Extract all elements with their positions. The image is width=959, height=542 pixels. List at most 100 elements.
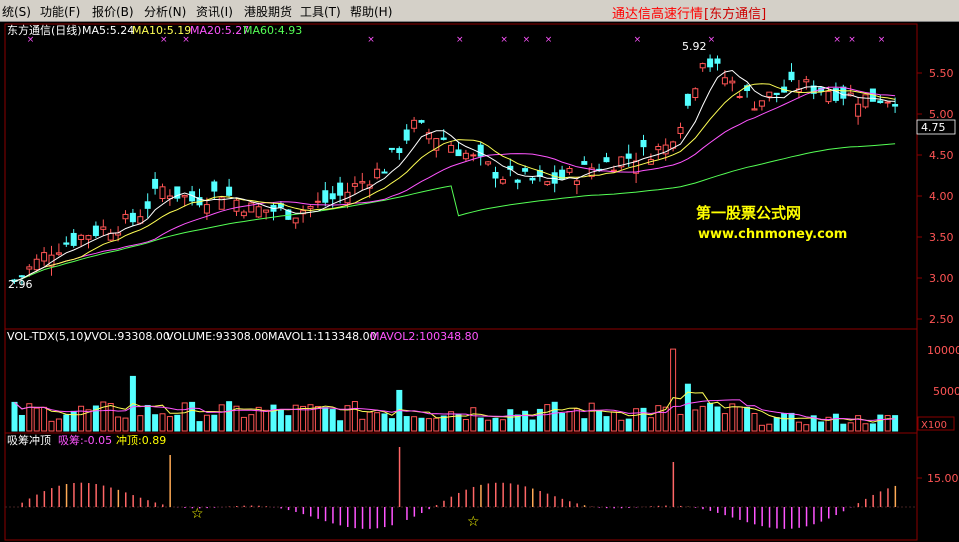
candle-body (388, 147, 395, 150)
candle-body (33, 258, 40, 271)
volume-bar (862, 423, 869, 432)
candlestick-series (11, 54, 899, 285)
volume-bar (832, 413, 839, 432)
kline-chart-area[interactable]: 东方通信(日线) MA5:5.24 MA10:5.19 MA20:5.27 MA… (0, 22, 959, 542)
oscillator-bar (694, 507, 697, 508)
volume-bar (152, 414, 159, 432)
volume-bar (248, 414, 255, 432)
menu-system[interactable]: 统(S) (2, 3, 31, 20)
oscillator-bar (598, 507, 601, 508)
candle-body (455, 149, 462, 157)
volume-bars (11, 348, 899, 432)
oscillator-bar (805, 507, 808, 527)
menu-info[interactable]: 资讯(I) (196, 3, 233, 20)
candle-body (292, 217, 299, 224)
oscillator-bar (391, 507, 393, 526)
oscillator-bar (835, 507, 837, 516)
current-price: 4.75 (921, 121, 946, 134)
volume-bar (166, 416, 173, 432)
volume-bar (48, 420, 55, 432)
signal-x-marker: × (27, 35, 35, 45)
candle-body (862, 94, 869, 108)
oscillator-bar (280, 507, 282, 509)
candle-body (470, 154, 477, 157)
signal-x-marker: × (160, 35, 168, 45)
candle-body (514, 179, 521, 183)
volume-bar (670, 348, 677, 432)
volume-bar (11, 401, 18, 432)
volume-bar (618, 419, 625, 432)
candle-body (263, 209, 270, 213)
oscillator-bar (746, 507, 749, 523)
volume-bar (63, 414, 70, 432)
candle-body (603, 157, 610, 163)
oscillator-bar (398, 447, 401, 507)
oscillator-bar (761, 507, 763, 527)
signal-x-marker: × (367, 35, 375, 45)
menu-tools[interactable]: 工具(T) (300, 3, 341, 20)
volume-bar (285, 415, 292, 432)
oscillator-bar (443, 500, 445, 507)
candle-body (766, 91, 773, 98)
candle-body (418, 120, 425, 123)
candle-body (692, 88, 699, 99)
volume-bar (359, 418, 366, 432)
volume-bar (610, 411, 617, 432)
oscillator-bar (546, 493, 549, 507)
volume-bar (544, 404, 551, 432)
candle-body (655, 145, 662, 151)
signal-x-marker: × (848, 35, 856, 45)
oscillator-bar (554, 496, 556, 507)
oscillator-bar (576, 503, 578, 507)
oscillator-bar (606, 507, 608, 509)
volume-bar (877, 414, 884, 432)
candle-body (610, 169, 617, 172)
oscillator-bar (125, 492, 127, 507)
volume-bar (211, 414, 218, 432)
candle-body (359, 181, 366, 184)
menu-analysis[interactable]: 分析(N) (144, 3, 186, 20)
volume-bar (374, 412, 381, 432)
candle-body (78, 234, 85, 241)
menu-bar: 统(S) 功能(F) 报价(B) 分析(N) 资讯(I) 港股期货 工具(T) … (0, 0, 959, 22)
volume-bar (492, 417, 499, 432)
signal-x-marker: × (523, 35, 531, 45)
oscillator-bar (428, 507, 430, 510)
vol-tick-5000: 5000 (933, 385, 959, 398)
volume-bar (729, 403, 736, 432)
oscillator-bar (894, 485, 897, 507)
high-price-label: 5.92 (682, 40, 707, 53)
oscillator-bar (680, 505, 682, 507)
candle-body (529, 177, 536, 181)
menu-hk-futures[interactable]: 港股期货 (244, 3, 292, 20)
menu-help[interactable]: 帮助(H) (350, 3, 392, 20)
volume-bar (196, 421, 203, 432)
oscillator-bar (73, 482, 75, 507)
ma60-label: MA60:4.93 (243, 24, 302, 37)
candle-body (396, 148, 403, 154)
volume-bar (840, 423, 847, 432)
vvol-label: VVOL:93308.00 (84, 330, 170, 343)
oscillator-bar (613, 507, 615, 509)
menu-quote[interactable]: 报价(B) (92, 3, 134, 20)
volume-bar (159, 413, 166, 432)
oscillator-bar (384, 507, 386, 528)
oscillator-bar (435, 505, 438, 507)
volume-bar (411, 416, 418, 432)
oscillator-bar (569, 501, 571, 507)
candle-body (699, 63, 706, 69)
oscillator-bar (80, 482, 83, 507)
oscillator-bar (561, 498, 564, 507)
oscillator-bar (517, 484, 519, 507)
volume-bar (773, 417, 780, 432)
oscillator-bar (21, 502, 23, 507)
candle-body (581, 161, 588, 165)
volume-bar (655, 405, 662, 432)
signal-x-marker: × (634, 35, 642, 45)
oscillator-bars (21, 447, 897, 529)
menu-function[interactable]: 功能(F) (40, 3, 80, 20)
price-tick-400: 4.00 (929, 190, 954, 203)
oscillator-bar (206, 507, 208, 509)
volume-bar (433, 417, 440, 432)
volume-bar (189, 401, 196, 432)
